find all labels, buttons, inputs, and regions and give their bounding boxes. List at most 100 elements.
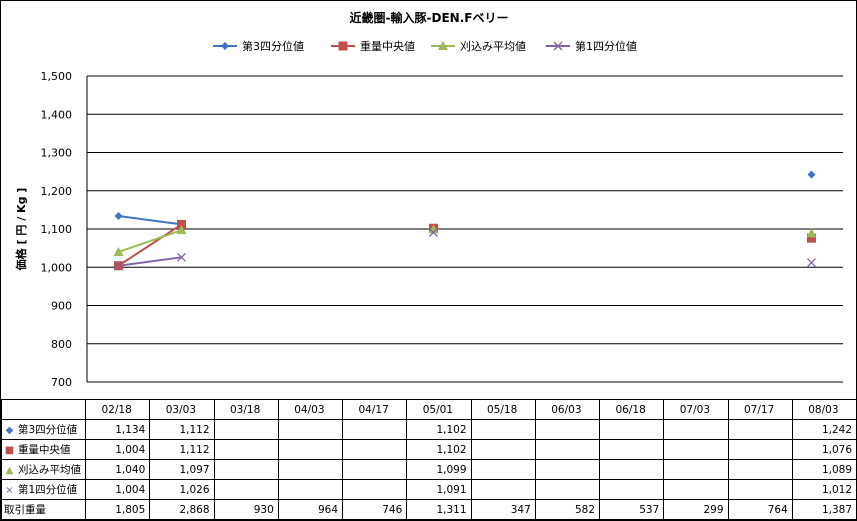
x-tick-label: 04/17	[341, 399, 408, 420]
data-label: 299	[663, 499, 729, 520]
table-series-name: 重量中央値	[18, 444, 71, 456]
data-label: 1,097	[149, 459, 215, 480]
data-label	[663, 419, 729, 440]
data-label: 746	[341, 499, 408, 520]
table-row-label: ■ 重量中央値	[1, 439, 86, 460]
x-tick-label: 05/01	[406, 399, 472, 420]
y-tick-label: 900	[51, 300, 72, 313]
data-label	[534, 419, 601, 440]
legend-marker-1	[221, 42, 229, 50]
data-label	[277, 459, 344, 480]
data-label: 1,089	[791, 459, 857, 480]
data-label: 964	[277, 499, 344, 520]
data-label	[341, 439, 408, 460]
data-label	[470, 479, 536, 500]
data-label: 1,012	[791, 479, 857, 500]
data-label: 1,134	[84, 419, 151, 440]
data-label: 1,242	[791, 419, 857, 440]
table-row-label: × 第1四分位値	[1, 479, 86, 500]
data-label: 1,112	[149, 419, 215, 440]
data-label: 1,099	[406, 459, 472, 480]
legend-label-2: 重量中央値	[360, 39, 415, 53]
table-row: × 第1四分位値 1,004 1,026 1,091 1,012	[1, 479, 857, 500]
table-corner-cell	[1, 399, 86, 420]
chart-area: 近畿圏-輸入豚-DEN.Fベリー第3四分位値 重量中央値 刈込み平均値 第1四分位値 7…	[14, 10, 843, 389]
legend-label-1: 第3四分位値	[242, 39, 304, 53]
data-label: 764	[727, 499, 793, 520]
data-label: 1,311	[406, 499, 472, 520]
data-table: 02/18 03/03 03/18 04/03 04/17 05/01 05/18 06/03…	[1, 399, 857, 520]
x-tick-label: 03/18	[213, 399, 279, 420]
data-label: 1,805	[84, 499, 151, 520]
data-label: 1,112	[149, 439, 215, 460]
data-label: 1,076	[791, 439, 857, 460]
series-point-1	[807, 170, 816, 179]
y-axis-label: 価格 [ 円 / Kg ]	[14, 188, 28, 272]
data-label	[277, 419, 344, 440]
data-label	[534, 439, 601, 460]
data-label: 582	[534, 499, 601, 520]
data-label	[341, 479, 408, 500]
data-label	[341, 419, 408, 440]
series-point-1	[114, 211, 123, 220]
table-row-label: ▲ 刈込み平均値	[1, 459, 86, 480]
table-row-volume: 取引重量 1,805 2,868 930 964 746 1,311 347 582 537 299…	[1, 499, 857, 520]
data-label: 537	[598, 499, 665, 520]
y-tick-label: 1,200	[41, 185, 73, 198]
data-label	[598, 439, 665, 460]
data-label	[598, 459, 665, 480]
chart-title: 近畿圏-輸入豚-DEN.Fベリー	[350, 10, 509, 25]
data-label	[213, 459, 279, 480]
legend-marker-2	[338, 41, 348, 51]
series-line-3	[118, 229, 182, 253]
table-series-name: 第1四分位値	[18, 484, 78, 496]
data-label: 1,026	[149, 479, 215, 500]
data-label: 2,868	[149, 499, 215, 520]
x-tick-label: 03/03	[149, 399, 215, 420]
table-series-name: 刈込み平均値	[18, 464, 81, 476]
data-label	[470, 439, 536, 460]
data-label	[213, 439, 279, 460]
data-label	[663, 479, 729, 500]
table-row: ■ 重量中央値 1,004 1,112 1,102 1,076	[1, 439, 857, 460]
table-legend-marker: ◆	[5, 425, 14, 436]
data-label	[598, 479, 665, 500]
x-tick-label: 02/18	[84, 399, 151, 420]
table-row-label: ◆ 第3四分位値	[1, 419, 86, 440]
x-tick-label: 04/03	[277, 399, 344, 420]
x-tick-label: 06/18	[598, 399, 665, 420]
table-row: ◆ 第3四分位値 1,134 1,112 1,102 1,242	[1, 419, 857, 440]
data-label: 1,102	[406, 439, 472, 460]
chart-frame: 近畿圏-輸入豚-DEN.Fベリー 第3四分位値 重量中央値 刈込み平均値 第1四分位値 7…	[0, 0, 857, 521]
table-row-label: 取引重量	[1, 499, 86, 520]
data-label	[598, 419, 665, 440]
series-line-1	[118, 215, 182, 226]
data-label: 1,004	[84, 479, 151, 500]
data-label	[534, 459, 601, 480]
table-legend-marker: ×	[5, 485, 14, 496]
x-tick-label: 07/03	[663, 399, 729, 420]
data-label: 1,091	[406, 479, 472, 500]
y-tick-label: 1,500	[41, 70, 73, 83]
y-tick-label: 700	[51, 376, 72, 389]
data-label	[727, 479, 793, 500]
data-label	[663, 459, 729, 480]
data-label	[727, 439, 793, 460]
data-label	[277, 439, 344, 460]
table-header-row: 02/18 03/03 03/18 04/03 04/17 05/01 05/18 06/03…	[1, 399, 857, 420]
y-tick-label: 1,100	[41, 223, 73, 236]
table-series-name: 第3四分位値	[18, 424, 78, 436]
x-tick-label: 07/17	[727, 399, 793, 420]
data-label	[663, 439, 729, 460]
data-label	[213, 479, 279, 500]
legend-label-3: 刈込み平均値	[460, 40, 526, 53]
table-legend-marker: ▲	[5, 465, 14, 476]
data-label	[277, 479, 344, 500]
data-label: 1,102	[406, 419, 472, 440]
data-label: 1,040	[84, 459, 151, 480]
legend-label-4: 第1四分位値	[575, 39, 637, 53]
data-label	[727, 459, 793, 480]
data-label: 347	[470, 499, 536, 520]
y-tick-label: 800	[51, 338, 72, 351]
data-label	[470, 419, 536, 440]
